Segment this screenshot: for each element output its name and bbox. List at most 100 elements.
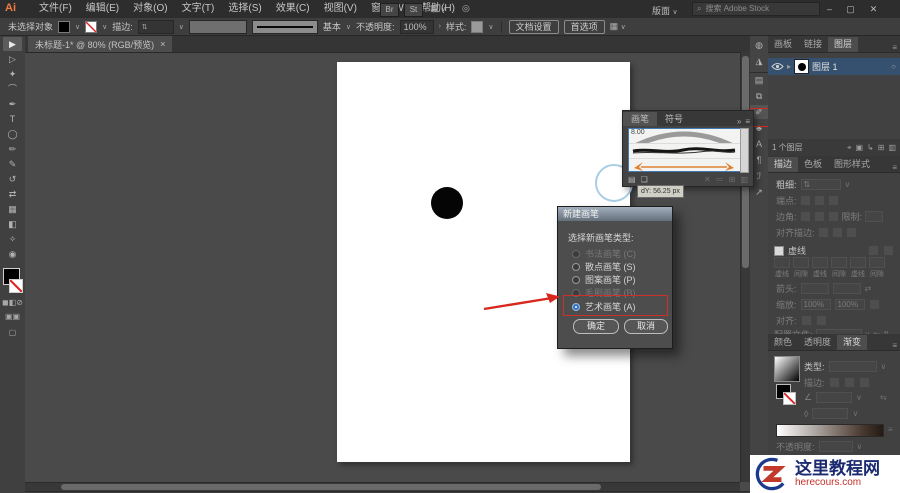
arrange-documents-icon[interactable]: ▦ ∨ [430,3,446,14]
lasso-tool[interactable]: ⌒ [3,82,22,96]
black-circle-artwork[interactable] [431,187,463,219]
chevron-down-icon[interactable]: ∨ [75,23,80,31]
visibility-eye-icon[interactable] [771,62,784,71]
eyedropper-tool[interactable]: ✧ [3,232,22,246]
menu-effect[interactable]: 效果(C) [269,0,317,18]
stock-button[interactable]: St [404,3,423,17]
chevron-down-icon[interactable]: ∨ [102,23,107,31]
fill-color-swatch[interactable] [58,20,71,33]
menu-type[interactable]: 文字(T) [175,0,222,18]
panel-menu-icon[interactable]: ≡ [745,117,750,126]
collapse-panel-icon[interactable]: » [737,117,741,126]
option-scatter-brush[interactable]: 散点画笔 (S) [572,260,636,273]
tab-artboards[interactable]: 画板 [768,37,798,52]
gradient-stroke-swatch[interactable] [783,392,796,405]
gradient-slider[interactable] [776,424,884,437]
bridge-button[interactable]: Br [380,3,399,17]
panel-menu-icon[interactable]: ≡ [892,43,900,52]
site-url[interactable]: herecours.com [795,477,880,488]
panel-menu-icon[interactable]: ≡ [892,341,900,350]
menu-view[interactable]: 视图(V) [317,0,364,18]
option-pattern-brush[interactable]: 图案画笔 (P) [572,273,636,286]
layer-thumbnail[interactable] [794,59,810,74]
chevron-down-icon[interactable]: ∨ [488,23,493,31]
width-profile-dropdown[interactable] [188,19,247,34]
align-options-icon[interactable]: ▦ ∨ [610,21,626,32]
panel-menu-icon[interactable]: ≡ [892,163,900,172]
expand-layer-icon[interactable]: ▸ [787,62,791,71]
maximize-button[interactable]: ▢ [843,2,858,16]
menu-edit[interactable]: 编辑(E) [79,0,126,18]
layer-target-icon[interactable]: ○ [891,62,896,71]
menu-file[interactable]: 文件(F) [32,0,79,18]
layer-name[interactable]: 图层 1 [812,60,838,73]
menu-object[interactable]: 对象(O) [126,0,174,18]
radio-icon[interactable] [572,275,580,284]
locate-object-icon[interactable]: ⌖ [847,143,852,153]
color-mode-buttons[interactable]: ◼◧⊘ [0,298,25,307]
chevron-down-icon[interactable]: ∨ [881,362,887,371]
tab-symbols[interactable]: 符号 [657,112,691,126]
document-tab[interactable]: 未标题-1* @ 80% (RGB/预览) × [28,36,173,52]
delete-layer-icon[interactable]: ▥ [888,143,896,152]
brush-libraries-icon[interactable]: ▤ [628,175,636,184]
artboards-panel-icon[interactable]: ▤ [750,72,768,87]
export-panel-icon[interactable]: ↗ [750,185,768,199]
menu-select[interactable]: 选择(S) [221,0,268,18]
document-setup-button[interactable]: 文档设置 [508,19,559,34]
direct-selection-tool[interactable]: ▷ [3,52,22,66]
paintbrush-tool[interactable]: ✏ [3,142,22,156]
tab-close-icon[interactable]: × [160,39,165,49]
tab-transparency[interactable]: 透明度 [798,335,837,350]
brush-definition-preview[interactable] [251,19,318,34]
brush-item-arrow[interactable] [629,159,741,173]
workspace-switcher[interactable]: 版面 ∨ [652,4,678,17]
pencil-tool[interactable]: ✎ [3,157,22,171]
opacity-options-icon[interactable]: › [439,23,441,30]
gradient-preview-swatch[interactable] [774,356,800,382]
spinner-icon[interactable]: ⇅ [142,23,148,31]
gradient-tool[interactable]: ◧ [3,217,22,231]
stroke-weight-stepper[interactable]: ⇅ [137,19,174,34]
radio-icon[interactable] [572,262,580,271]
selection-tool[interactable]: ▶ [3,37,22,51]
stroke-color-swatch[interactable] [85,20,98,33]
extras-icon[interactable]: ◎ [462,3,470,14]
pen-tool[interactable]: ✒ [3,97,22,111]
new-sublayer-icon[interactable]: ↳ [867,143,874,152]
dialog-title[interactable]: 新建画笔 [558,207,672,221]
gradient-panel-icon[interactable]: ◮ [750,54,768,68]
new-layer-icon[interactable]: ⊞ [878,143,885,152]
screen-mode-button[interactable]: ▢ [0,328,25,337]
tab-graphic-styles[interactable]: 图形样式 [828,157,876,172]
magic-wand-tool[interactable]: ✦ [3,67,22,81]
tab-brushes[interactable]: 画笔 [623,112,658,126]
ellipse-tool[interactable]: ◯ [3,127,22,141]
minimize-button[interactable]: – [822,2,837,16]
preferences-button[interactable]: 首选项 [563,19,605,34]
tab-stroke[interactable]: 描边 [768,157,799,172]
clipping-mask-icon[interactable]: ▣ [855,143,863,152]
close-button[interactable]: ✕ [866,2,881,16]
horizontal-scroll-thumb[interactable] [61,484,601,490]
mesh-tool[interactable]: ▦ [3,202,22,216]
tab-color[interactable]: 颜色 [768,335,798,350]
brush-list-scrollbar[interactable] [740,128,749,173]
symbols-panel-icon[interactable]: ◍ [750,38,768,52]
brush-item-bristle[interactable]: 8.00 [629,129,741,144]
cancel-button[interactable]: 取消 [624,319,668,334]
weight-stepper[interactable]: ⇅ [800,179,841,190]
draw-mode-button[interactable]: ▣▣ [0,312,25,321]
rotate-tool[interactable]: ↺ [3,172,22,186]
blend-tool[interactable]: ◉ [3,247,22,261]
chevron-down-icon[interactable]: ∨ [346,23,351,31]
width-tool[interactable]: ⇄ [3,187,22,201]
tab-swatches[interactable]: 色板 [798,157,828,172]
type-dropdown[interactable] [828,361,877,372]
chevron-down-icon[interactable]: ∨ [845,180,851,189]
appearance-panel-icon[interactable]: ⧉ [750,89,768,103]
style-swatch[interactable] [471,20,484,33]
new-brush-icon[interactable]: ⊞ [729,175,736,184]
tab-layers[interactable]: 图层 [828,37,859,52]
brush-item-charcoal[interactable] [629,144,741,159]
